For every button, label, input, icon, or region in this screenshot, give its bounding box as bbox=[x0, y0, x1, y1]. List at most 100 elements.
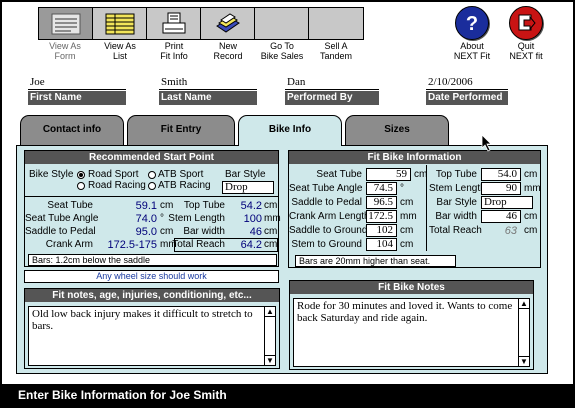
bar-style-dropdown[interactable]: Drop bbox=[222, 181, 274, 194]
fit-stem-to-ground-unit: cm bbox=[400, 239, 414, 250]
rec-seat-tube-value: 59.1 bbox=[135, 200, 157, 212]
scroll-down-icon[interactable]: ▼ bbox=[265, 355, 275, 365]
performed-by-field[interactable]: Dan bbox=[285, 75, 379, 90]
road-racing-label: Road Racing bbox=[88, 180, 146, 191]
rec-seat-tube-angle-value: 74.0 bbox=[135, 213, 157, 225]
fit-seat-tube-angle-unit: ° bbox=[400, 183, 404, 194]
svg-text:?: ? bbox=[466, 13, 478, 35]
rec-stem-length-value: 100 bbox=[243, 213, 262, 225]
rec-stem-length-unit: mm bbox=[264, 213, 281, 224]
fit-bike-information-title: Fit Bike Information bbox=[289, 151, 540, 164]
scroll-down-icon[interactable]: ▼ bbox=[519, 356, 529, 366]
rec-saddle-to-pedal-value: 95.0 bbox=[135, 226, 157, 238]
fit-notes-section: Fit notes, age, injuries, conditioning, … bbox=[24, 288, 280, 369]
fit-seat-tube-angle-label: Seat Tube Angle bbox=[289, 183, 363, 194]
fit-notes-scrollbar[interactable]: ▲ ▼ bbox=[264, 307, 275, 365]
atb-sport-radio[interactable] bbox=[148, 171, 156, 179]
fit-notes-text: Old low back injury makes it difficult t… bbox=[32, 308, 253, 332]
fit-bars-note[interactable]: Bars are 20mm higher than seat. bbox=[295, 255, 456, 267]
tab-sizes[interactable]: Sizes bbox=[345, 115, 449, 145]
atb-racing-radio[interactable] bbox=[148, 182, 156, 190]
date-performed-field[interactable]: 2/10/2006 bbox=[426, 75, 508, 90]
fit-seat-tube-label: Seat Tube bbox=[316, 169, 362, 180]
view-as-form-label: View As Form bbox=[49, 41, 81, 61]
section-divider bbox=[25, 196, 278, 197]
column-divider bbox=[426, 165, 427, 251]
rec-seat-tube-angle-unit: ° bbox=[160, 213, 164, 224]
quit-next-fit-button[interactable] bbox=[509, 6, 543, 40]
fit-stem-to-ground-label: Stem to Ground bbox=[291, 239, 362, 250]
form-view-icon bbox=[51, 13, 80, 34]
wheel-size-note: Any wheel size should work bbox=[24, 270, 279, 283]
fit-total-reach-unit: cm bbox=[524, 225, 538, 236]
about-next-fit-button[interactable]: ? bbox=[455, 6, 489, 40]
sell-a-tandem-button[interactable] bbox=[309, 8, 363, 39]
scroll-up-icon[interactable]: ▲ bbox=[265, 307, 275, 317]
last-name-label: Last Name bbox=[159, 91, 257, 105]
road-sport-radio[interactable] bbox=[77, 171, 85, 179]
first-name-label: First Name bbox=[28, 91, 126, 105]
fit-bar-style-label: Bar Style bbox=[436, 197, 477, 208]
atb-racing-label: ATB Racing bbox=[158, 180, 211, 191]
fit-seat-tube-angle-input[interactable]: 74.5 bbox=[366, 182, 397, 195]
fit-saddle-to-ground-unit: cm bbox=[400, 225, 414, 236]
print-fit-info-button[interactable] bbox=[147, 8, 201, 39]
last-name-field[interactable]: Smith bbox=[159, 75, 257, 90]
fit-crank-arm-length-input[interactable]: 172.5 bbox=[366, 210, 397, 223]
quit-next-fit-label: Quit NEXT fit bbox=[509, 41, 543, 61]
tab-fit-entry[interactable]: Fit Entry bbox=[127, 115, 235, 145]
view-as-list-label: View As List bbox=[104, 41, 136, 61]
new-record-label: New Record bbox=[213, 41, 243, 61]
print-fit-info-label: Print Fit Info bbox=[160, 41, 188, 61]
tab-contact-info[interactable]: Contact info bbox=[20, 115, 124, 145]
fit-saddle-to-pedal-input[interactable]: 96.5 bbox=[366, 196, 397, 209]
fit-bike-information-section: Fit Bike Information Seat Tube 59 cm Sea… bbox=[288, 150, 541, 268]
rec-top-tube-label: Top Tube bbox=[183, 200, 225, 211]
fit-stem-length-label: Stem Length bbox=[429, 183, 486, 194]
toolbar: View As Form View As List Print Fit Info… bbox=[2, 2, 573, 68]
rec-total-reach-value: 64.2 bbox=[240, 239, 262, 251]
rec-stem-length-label: Stem Length bbox=[168, 213, 225, 224]
fit-saddle-to-ground-input[interactable]: 102 bbox=[366, 224, 397, 237]
fit-bike-notes-section: Fit Bike Notes Rode for 30 minutes and l… bbox=[289, 280, 534, 370]
fit-seat-tube-input[interactable]: 59 bbox=[366, 168, 411, 181]
fit-stem-length-input[interactable]: 90 bbox=[481, 182, 521, 195]
fit-saddle-to-ground-label: Saddle to Ground bbox=[289, 225, 368, 236]
fit-top-tube-unit: cm bbox=[524, 169, 538, 180]
sell-a-tandem-label: Sell A Tandem bbox=[319, 41, 353, 61]
scroll-up-icon[interactable]: ▲ bbox=[519, 299, 529, 309]
fit-bar-width-input[interactable]: 46 bbox=[481, 210, 521, 223]
view-as-list-button[interactable] bbox=[93, 8, 147, 39]
rec-bar-width-label: Bar width bbox=[183, 226, 225, 237]
fit-crank-arm-length-label: Crank Arm Length bbox=[289, 211, 370, 222]
new-record-button[interactable] bbox=[201, 8, 255, 39]
printer-icon bbox=[162, 12, 185, 33]
first-name-field[interactable]: Joe bbox=[28, 75, 126, 90]
status-bar: Enter Bike Information for Joe Smith bbox=[2, 384, 573, 406]
fit-bar-width-unit: cm bbox=[524, 211, 538, 222]
fit-bar-style-input[interactable]: Drop bbox=[481, 196, 533, 209]
fit-top-tube-input[interactable]: 54.0 bbox=[481, 168, 521, 181]
fit-bike-notes-scrollbar[interactable]: ▲ ▼ bbox=[518, 299, 529, 366]
fit-bike-notes-text: Rode for 30 minutes and loved it. Wants … bbox=[297, 300, 513, 324]
fit-notes-textarea[interactable]: Old low back injury makes it difficult t… bbox=[28, 306, 276, 366]
question-mark-icon: ? bbox=[466, 13, 478, 35]
new-record-icon bbox=[215, 12, 240, 33]
view-as-form-button[interactable] bbox=[39, 8, 93, 39]
bike-style-label: Bike Style bbox=[29, 169, 74, 180]
go-to-bike-sales-button[interactable] bbox=[255, 8, 309, 39]
tab-bike-info[interactable]: Bike Info bbox=[238, 115, 342, 146]
fit-bar-width-label: Bar width bbox=[435, 211, 477, 222]
rec-total-reach-unit: cm bbox=[264, 239, 278, 250]
bike-info-panel: Recommended Start Point Bike Style Road … bbox=[16, 145, 548, 374]
performed-by-label: Performed By bbox=[285, 91, 379, 105]
date-performed-label: Date Performed bbox=[426, 91, 508, 105]
rec-top-tube-unit: cm bbox=[264, 200, 278, 211]
fit-bike-notes-textarea[interactable]: Rode for 30 minutes and loved it. Wants … bbox=[293, 298, 530, 367]
about-next-fit-label: About NEXT Fit bbox=[453, 41, 491, 61]
fit-stem-to-ground-input[interactable]: 104 bbox=[366, 238, 397, 251]
fit-bike-notes-title: Fit Bike Notes bbox=[290, 281, 533, 294]
road-racing-radio[interactable] bbox=[77, 182, 85, 190]
rec-bar-width-value: 46 bbox=[249, 226, 262, 238]
fit-top-tube-label: Top Tube bbox=[435, 169, 477, 180]
